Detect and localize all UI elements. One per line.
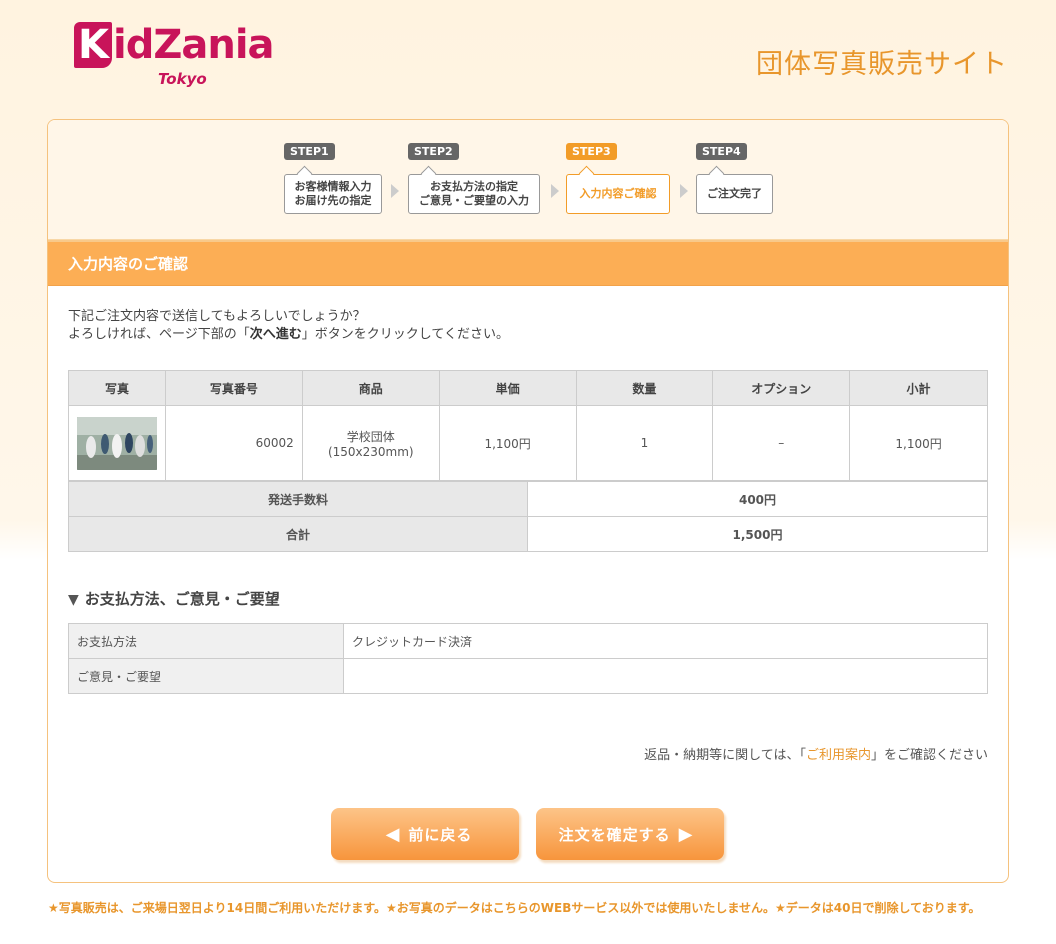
payment-table: お支払方法 クレジットカード決済 ご意見・ご要望 [68, 623, 988, 694]
step-2: STEP2 お支払方法の指定 ご意見・ご要望の入力 [408, 140, 540, 214]
step-3: STEP3 入力内容ご確認 [566, 140, 670, 214]
arrow-right-icon: ▶ [678, 823, 694, 845]
payment-section-title: ▼ お支払方法、ご意見・ご要望 [68, 590, 280, 608]
quantity: 1 [575, 405, 714, 481]
step-4-box: ご注文完了 [696, 174, 773, 214]
main-panel: STEP1 お客様情報入力 お届け先の指定 STEP2 お支払方法の指定 ご意見・ご… [47, 119, 1009, 883]
payment-method-label: お支払方法 [68, 623, 344, 659]
table-row: 60002 学校団体 (150x230mm) 1,100円 1 – 1,100円 [68, 405, 988, 481]
step-1: STEP1 お客様情報入力 お届け先の指定 [284, 140, 382, 214]
arrow-left-icon: ◀ [385, 823, 401, 845]
intro-text: 下記ご注文内容で送信してもよろしいでしょうか？ よろしければ、ページ下部の「次へ… [68, 309, 509, 342]
summary-table: 発送手数料 400円 合計 1,500円 [68, 481, 988, 552]
order-table-header: 写真 写真番号 商品 単価 数量 オプション 小計 [68, 370, 988, 406]
content: 下記ご注文内容で送信してもよろしいでしょうか？ よろしければ、ページ下部の「次へ… [48, 286, 1008, 763]
order-table: 写真 写真番号 商品 単価 数量 オプション 小計 60002 学校団体 (15… [68, 370, 988, 481]
triangle-down-icon: ▼ [68, 592, 79, 608]
photo-thumbnail[interactable] [76, 416, 157, 470]
confirm-order-button[interactable]: 注文を確定する ▶ [536, 808, 724, 860]
product-cell: 学校団体 (150x230mm) [301, 405, 440, 481]
unit-price: 1,100円 [438, 405, 577, 481]
subtotal: 1,100円 [849, 405, 988, 481]
step-2-box: お支払方法の指定 ご意見・ご要望の入力 [408, 174, 540, 214]
step-1-box: お客様情報入力 お届け先の指定 [284, 174, 382, 214]
total-row: 合計 1,500円 [68, 516, 988, 552]
payment-method-row: お支払方法 クレジットカード決済 [68, 623, 988, 659]
guide-note: 返品・納期等に関しては、「ご利用案内」をご確認ください [644, 748, 988, 763]
footer-notice: ★写真販売は、ご来場日翌日より14日間ご利用いただけます。★お写真のデータはこち… [48, 901, 981, 915]
step-4-tag: STEP4 [696, 143, 747, 160]
section-title: 入力内容のご確認 [48, 240, 1008, 286]
logo-wordmark: KidZania [74, 22, 275, 68]
step-3-box: 入力内容ご確認 [566, 174, 670, 214]
step-3-tag: STEP3 [566, 143, 617, 160]
photo-number: 60002 [164, 405, 303, 481]
total-value: 1,500円 [527, 516, 988, 552]
kidzania-logo[interactable]: KidZania Tokyo [74, 22, 294, 92]
shipping-row: 発送手数料 400円 [68, 481, 988, 517]
step-arrow-icon [680, 184, 688, 198]
step-progress: STEP1 お客様情報入力 お届け先の指定 STEP2 お支払方法の指定 ご意見・ご… [48, 120, 1008, 240]
step-4: STEP4 ご注文完了 [696, 140, 773, 214]
back-button[interactable]: ◀ 前に戻る [331, 808, 519, 860]
shipping-value: 400円 [527, 481, 988, 517]
step-arrow-icon [391, 184, 399, 198]
site-title: 団体写真販売サイト [756, 49, 1008, 80]
option: – [712, 405, 851, 481]
logo-subtitle: Tokyo [158, 70, 207, 88]
step-1-tag: STEP1 [284, 143, 335, 160]
comment-value [343, 658, 988, 694]
payment-method-value: クレジットカード決済 [343, 623, 988, 659]
usage-guide-link[interactable]: ご利用案内 [806, 748, 871, 763]
total-label: 合計 [68, 516, 528, 552]
step-2-tag: STEP2 [408, 143, 459, 160]
comment-label: ご意見・ご要望 [68, 658, 344, 694]
step-arrow-icon [551, 184, 559, 198]
shipping-label: 発送手数料 [68, 481, 528, 517]
comment-row: ご意見・ご要望 [68, 658, 988, 694]
